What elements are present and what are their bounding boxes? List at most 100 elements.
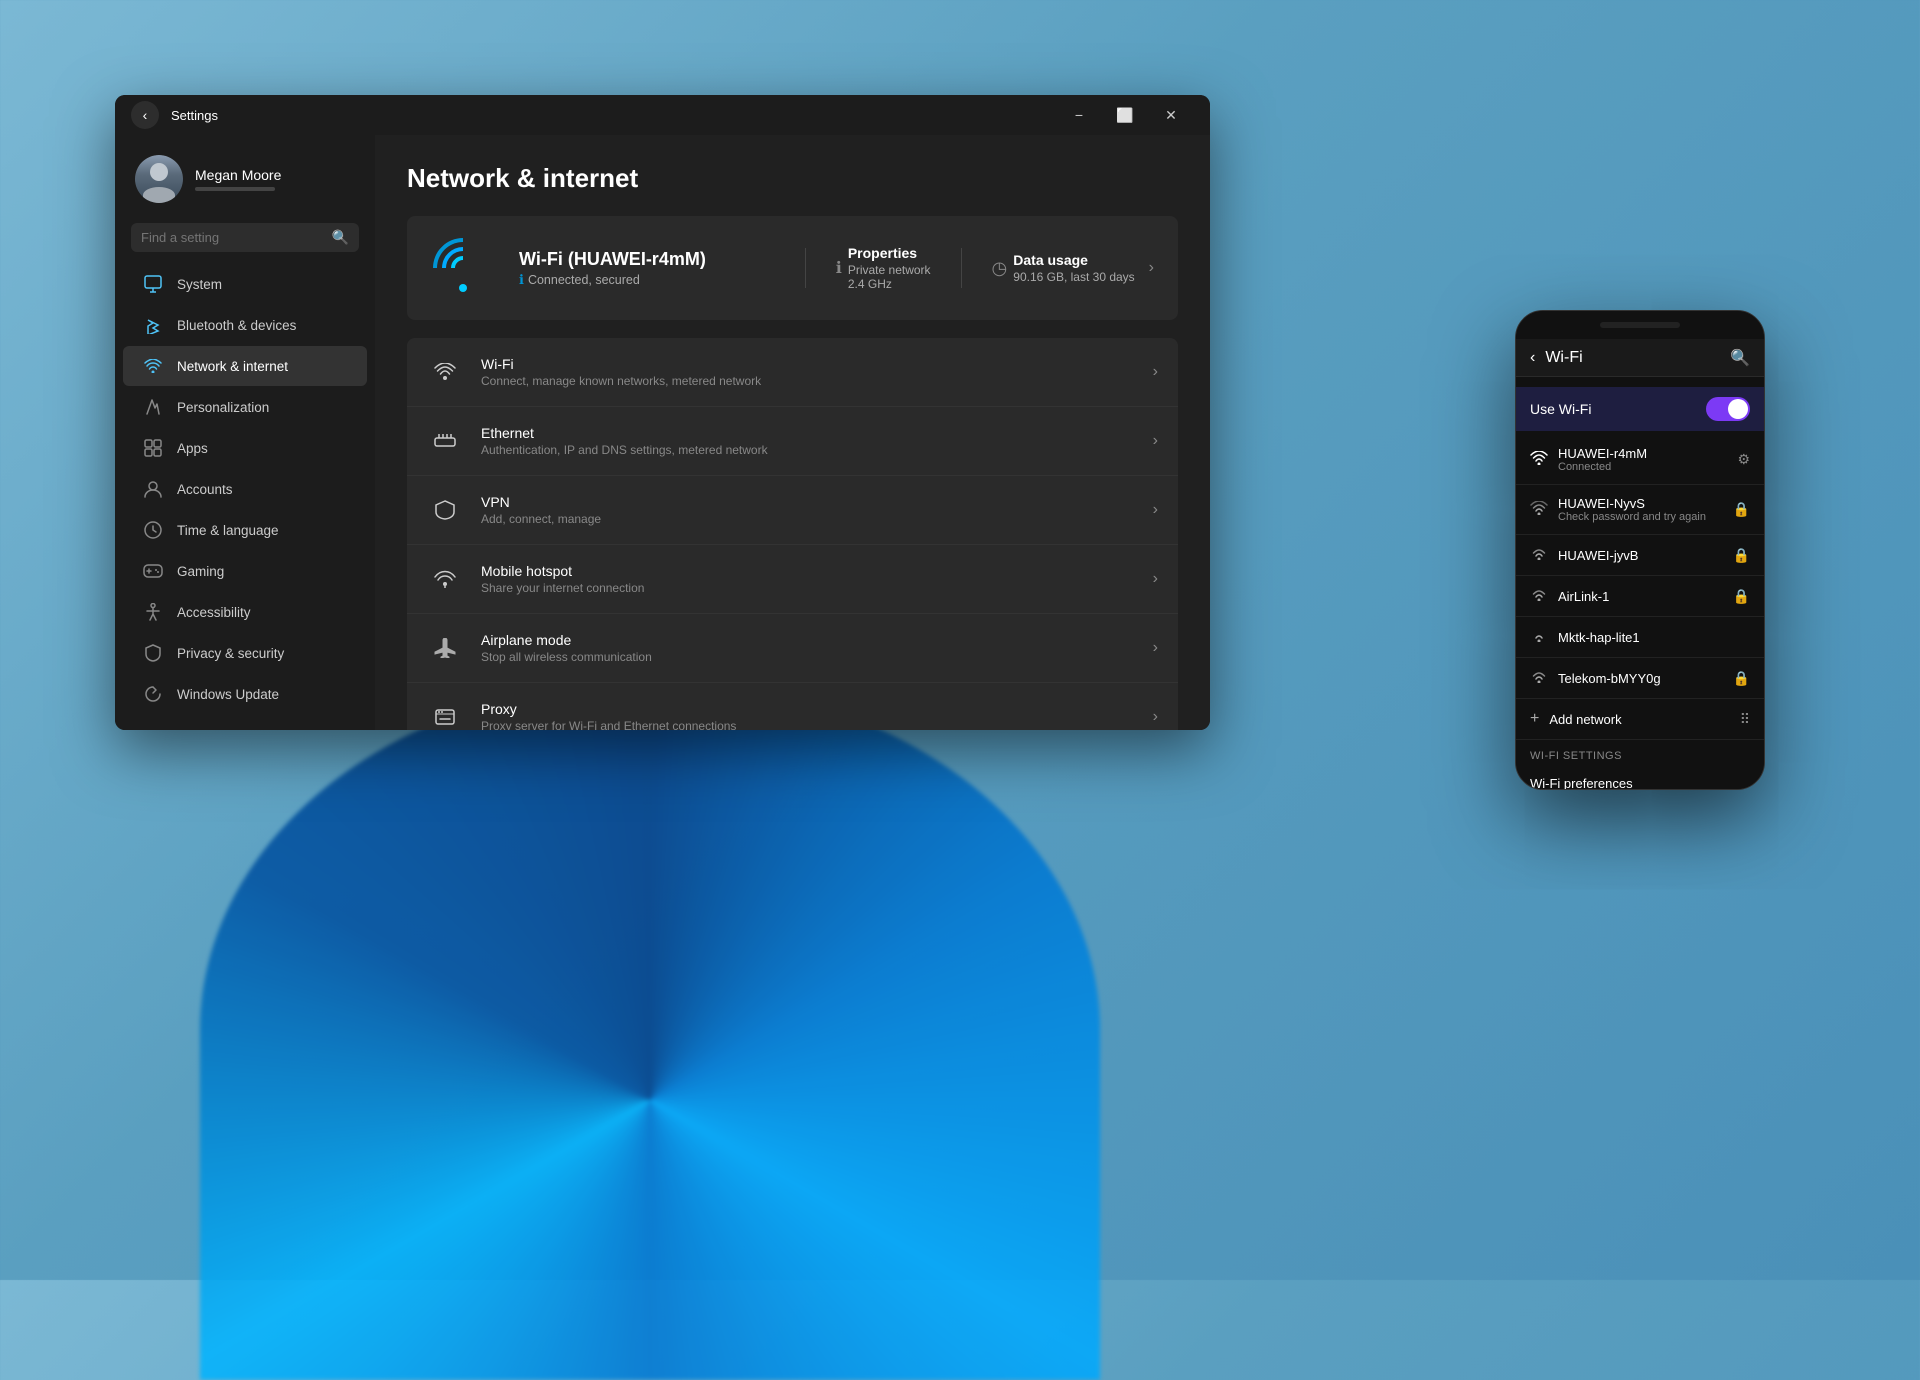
wifi-hero-card[interactable]: Wi-Fi (HUAWEI-r4mM) ℹ Connected, secured… <box>407 216 1178 320</box>
sidebar-label-system: System <box>177 277 222 292</box>
search-box[interactable]: 🔍 <box>131 223 359 252</box>
phone-pref-0-title: Wi-Fi preferences <box>1530 776 1750 789</box>
wifi-hero-info: Wi-Fi (HUAWEI-r4mM) ℹ Connected, secured <box>519 249 781 288</box>
chevron-right-icon: › <box>1149 259 1154 277</box>
phone-network-2[interactable]: HUAWEI-jyvB 🔒 <box>1516 535 1764 576</box>
phone-search-icon[interactable]: 🔍 <box>1730 348 1750 368</box>
phone-network-4-info: Mktk-hap-lite1 <box>1558 630 1750 645</box>
phone-wifi-toggle-switch[interactable] <box>1706 397 1750 421</box>
phone-wifi-toggle-row[interactable]: Use Wi-Fi <box>1516 387 1764 431</box>
setting-hotspot-text: Mobile hotspot Share your internet conne… <box>481 563 1135 595</box>
phone-network-0-gear-icon[interactable]: ⚙ <box>1737 451 1750 468</box>
phone-status-bar <box>1516 311 1764 339</box>
sidebar-item-gaming[interactable]: Gaming <box>123 551 367 591</box>
data-usage-icon: ◷ <box>992 258 1008 279</box>
toggle-thumb <box>1728 399 1748 419</box>
sidebar-item-update[interactable]: Windows Update <box>123 674 367 714</box>
data-usage-link[interactable]: ◷ Data usage 90.16 GB, last 30 days › <box>992 252 1154 284</box>
phone-network-2-name: HUAWEI-jyvB <box>1558 548 1723 563</box>
wifi-meta-group: ℹ Properties Private network2.4 GHz ◷ <box>805 245 1154 291</box>
phone-network-4-name: Mktk-hap-lite1 <box>1558 630 1750 645</box>
user-bar-decoration <box>195 187 275 191</box>
system-icon <box>143 274 163 294</box>
setting-row-airplane[interactable]: Airplane mode Stop all wireless communic… <box>407 614 1178 683</box>
phone-back-icon[interactable]: ‹ <box>1530 349 1535 367</box>
phone-network-1-sub: Check password and try again <box>1558 511 1723 523</box>
phone-network-3-name: AirLink-1 <box>1558 589 1723 604</box>
phone-network-4[interactable]: Mktk-hap-lite1 <box>1516 617 1764 658</box>
setting-vpn-title: VPN <box>481 494 1135 510</box>
properties-link[interactable]: ℹ Properties Private network2.4 GHz <box>836 245 931 291</box>
sidebar-item-personalization[interactable]: Personalization <box>123 387 367 427</box>
data-usage-sub: 90.16 GB, last 30 days <box>1013 270 1134 284</box>
sidebar-item-apps[interactable]: Apps <box>123 428 367 468</box>
setting-vpn-text: VPN Add, connect, manage <box>481 494 1135 526</box>
setting-row-proxy[interactable]: Proxy Proxy server for Wi-Fi and Etherne… <box>407 683 1178 730</box>
airplane-row-chevron: › <box>1153 639 1158 657</box>
user-name: Megan Moore <box>195 167 281 183</box>
phone-network-0-name: HUAWEI-r4mM <box>1558 446 1727 461</box>
ethernet-row-icon <box>427 423 463 459</box>
close-button[interactable]: ✕ <box>1148 99 1194 131</box>
bloom-decoration <box>200 680 1100 1380</box>
setting-row-vpn[interactable]: VPN Add, connect, manage › <box>407 476 1178 545</box>
setting-row-ethernet[interactable]: Ethernet Authentication, IP and DNS sett… <box>407 407 1178 476</box>
sidebar-item-time[interactable]: Time & language <box>123 510 367 550</box>
phone-network-2-info: HUAWEI-jyvB <box>1558 548 1723 563</box>
phone-notch <box>1600 322 1680 328</box>
sidebar-item-bluetooth[interactable]: Bluetooth & devices <box>123 305 367 345</box>
privacy-icon <box>143 643 163 663</box>
setting-row-hotspot[interactable]: Mobile hotspot Share your internet conne… <box>407 545 1178 614</box>
wifi-status: ℹ Connected, secured <box>519 272 781 288</box>
proxy-row-chevron: › <box>1153 708 1158 726</box>
wifi-row-icon <box>427 354 463 390</box>
title-bar-controls: − ⬜ ✕ <box>1056 99 1194 131</box>
lock-icon-3: 🔒 <box>1733 588 1750 605</box>
setting-proxy-sub: Proxy server for Wi-Fi and Ethernet conn… <box>481 719 1135 730</box>
phone-overlay: ‹ Wi-Fi 🔍 Use Wi-Fi HUAWEI-r4mM Conn <box>1515 310 1765 790</box>
sidebar-item-system[interactable]: System <box>123 264 367 304</box>
setting-wifi-title: Wi-Fi <box>481 356 1135 372</box>
setting-ethernet-text: Ethernet Authentication, IP and DNS sett… <box>481 425 1135 457</box>
add-network-label: Add network <box>1549 712 1621 727</box>
phone-network-5-name: Telekom-bMYY0g <box>1558 671 1723 686</box>
back-button[interactable]: ‹ <box>131 101 159 129</box>
search-icon: 🔍 <box>332 229 349 246</box>
phone-network-1[interactable]: HUAWEI-NyvS Check password and try again… <box>1516 485 1764 535</box>
phone-network-3[interactable]: AirLink-1 🔒 <box>1516 576 1764 617</box>
phone-nav-bar: ‹ Wi-Fi 🔍 <box>1516 339 1764 377</box>
sidebar-label-gaming: Gaming <box>177 564 224 579</box>
personalization-icon <box>143 397 163 417</box>
sidebar-item-accessibility[interactable]: Accessibility <box>123 592 367 632</box>
phone-wifi-toggle-label: Use Wi-Fi <box>1530 401 1706 417</box>
setting-ethernet-title: Ethernet <box>481 425 1135 441</box>
setting-ethernet-sub: Authentication, IP and DNS settings, met… <box>481 443 1135 457</box>
setting-row-wifi[interactable]: Wi-Fi Connect, manage known networks, me… <box>407 338 1178 407</box>
info-icon: ℹ <box>519 272 524 288</box>
sidebar-item-privacy[interactable]: Privacy & security <box>123 633 367 673</box>
phone-pref-0[interactable]: Wi-Fi preferences Wi-Fi doesn't turn bac… <box>1516 766 1764 789</box>
search-input[interactable] <box>141 230 324 245</box>
phone-network-0[interactable]: HUAWEI-r4mM Connected ⚙ <box>1516 435 1764 485</box>
minimize-button[interactable]: − <box>1056 99 1102 131</box>
user-profile[interactable]: Megan Moore <box>115 145 375 219</box>
wifi-signal-icon-1 <box>1530 501 1548 519</box>
maximize-button[interactable]: ⬜ <box>1102 99 1148 131</box>
sidebar-item-accounts[interactable]: Accounts <box>123 469 367 509</box>
airplane-row-icon <box>427 630 463 666</box>
update-icon <box>143 684 163 704</box>
wifi-row-chevron: › <box>1153 363 1158 381</box>
wifi-signal-icon <box>431 236 495 300</box>
sidebar-label-privacy: Privacy & security <box>177 646 284 661</box>
phone-network-5[interactable]: Telekom-bMYY0g 🔒 <box>1516 658 1764 699</box>
add-network-dots-icon: ⠿ <box>1740 711 1750 728</box>
meta-divider-2 <box>961 248 962 288</box>
sidebar-item-network[interactable]: Network & internet <box>123 346 367 386</box>
phone-add-network[interactable]: + Add network ⠿ <box>1516 699 1764 740</box>
lock-icon-2: 🔒 <box>1733 547 1750 564</box>
add-network-icon: + <box>1530 710 1539 728</box>
time-icon <box>143 520 163 540</box>
sidebar-label-apps: Apps <box>177 441 208 456</box>
vpn-row-icon <box>427 492 463 528</box>
phone-network-0-info: HUAWEI-r4mM Connected <box>1558 446 1727 473</box>
